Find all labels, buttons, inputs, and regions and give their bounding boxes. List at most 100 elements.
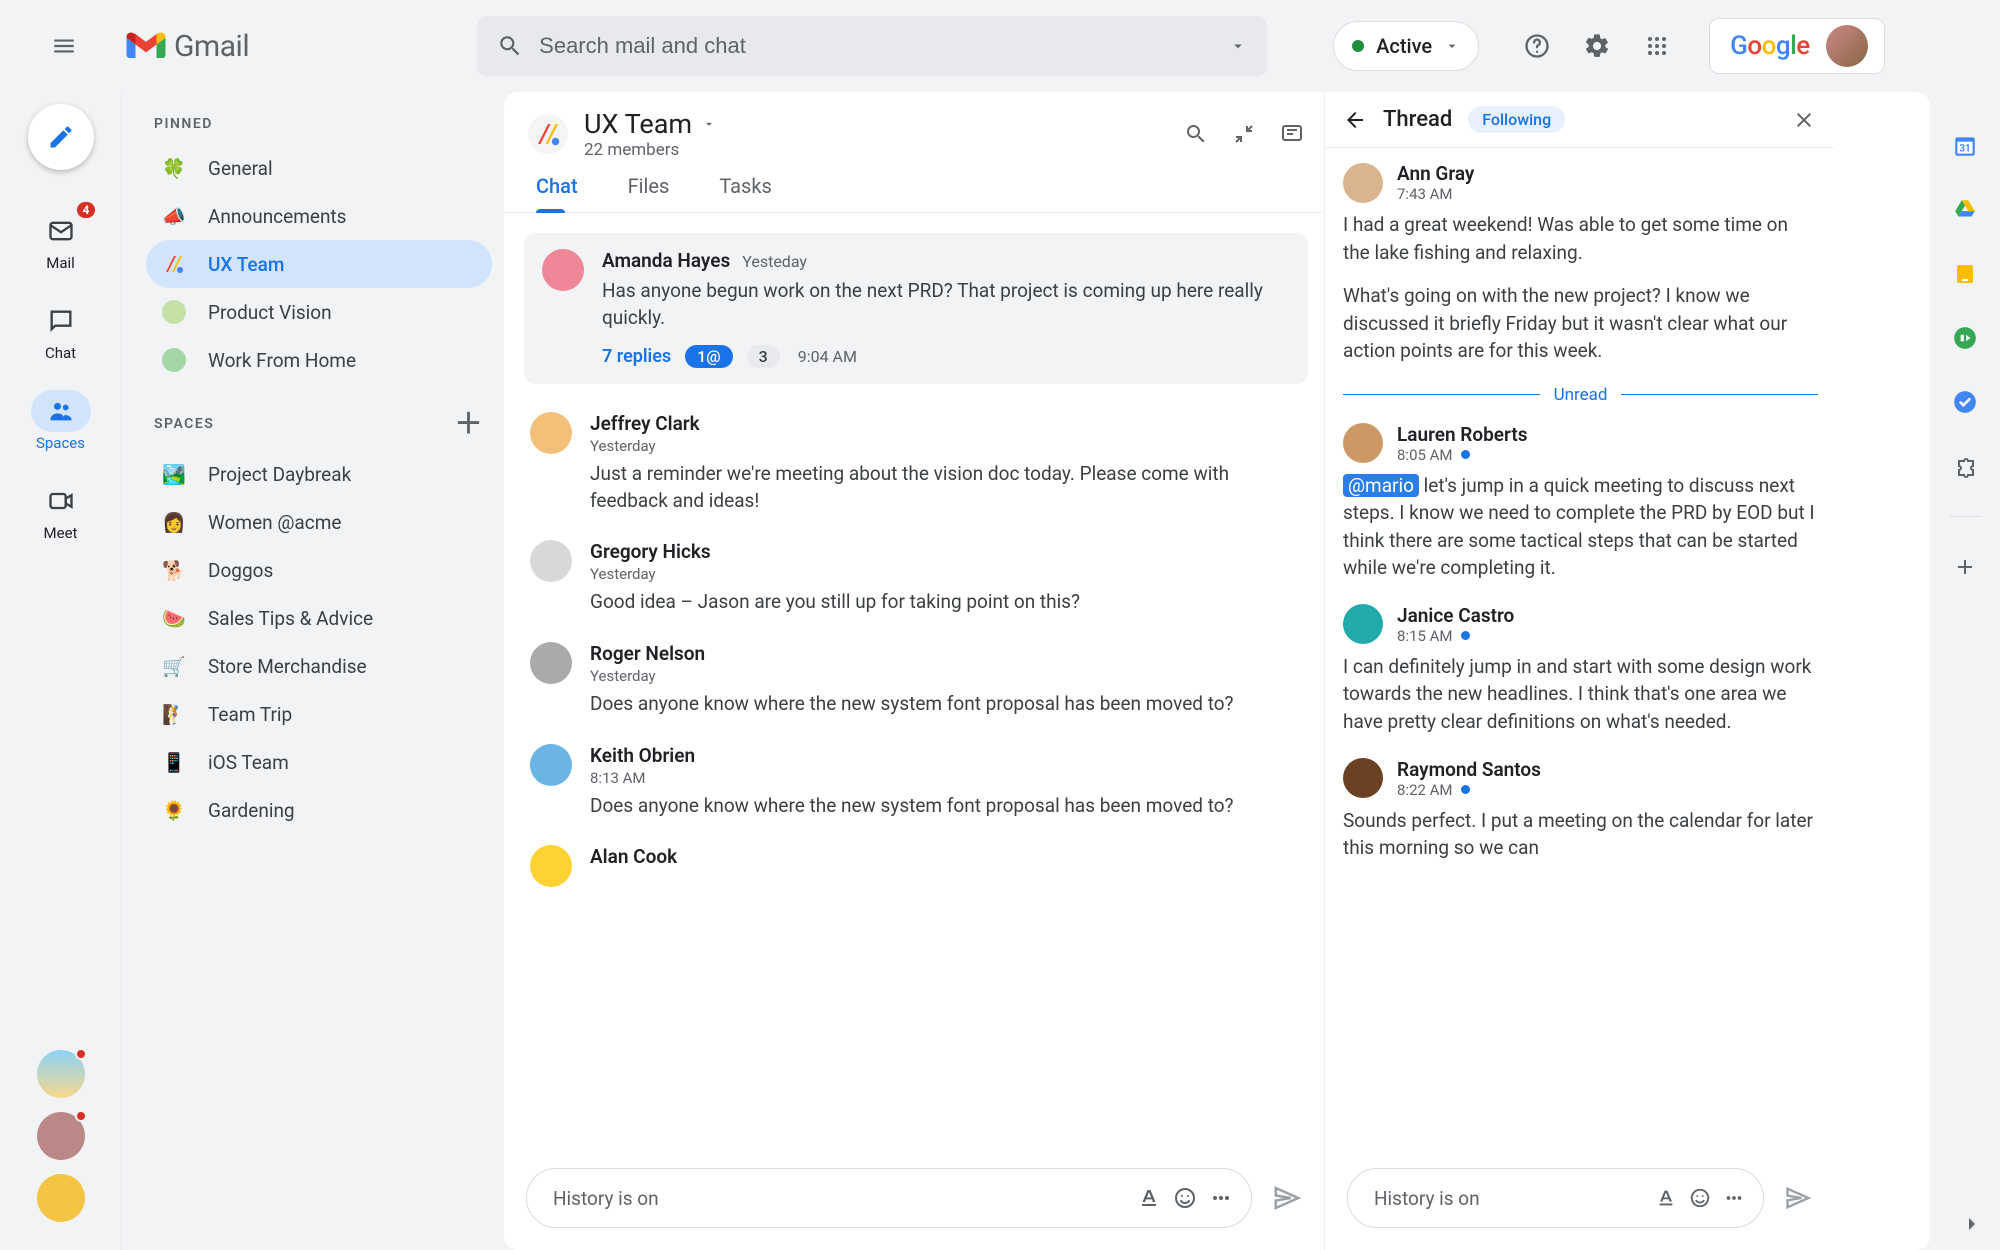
message-item[interactable]: Gregory Hicks Yesterday Good idea – Jaso…	[524, 532, 1308, 634]
unread-dot-icon	[1461, 450, 1470, 459]
thread-message[interactable]: Ann Gray 7:43 AM I had a great weekend! …	[1343, 154, 1818, 379]
space-item-doggos[interactable]: 🐕Doggos	[146, 546, 492, 594]
emoji-icon[interactable]	[1689, 1187, 1711, 1209]
nav-chat[interactable]: Chat	[0, 290, 121, 372]
account-switcher[interactable]: Google	[1709, 18, 1885, 74]
pinned-item-general[interactable]: 🍀General	[146, 144, 492, 192]
nav-spaces[interactable]: Spaces	[0, 380, 121, 462]
keep-app-icon[interactable]	[1951, 260, 1979, 288]
search-bar[interactable]	[477, 16, 1267, 76]
space-item-store-merch[interactable]: 🛒Store Merchandise	[146, 642, 492, 690]
thread-composer[interactable]: History is on	[1347, 1168, 1764, 1228]
thread-message[interactable]: Lauren Roberts 8:05 AM @mario let's jump…	[1343, 415, 1818, 596]
status-selector[interactable]: Active	[1333, 21, 1479, 71]
message-author: Gregory Hicks	[590, 540, 1302, 563]
dropdown-icon[interactable]	[1229, 37, 1247, 55]
gmail-logo[interactable]: Gmail	[126, 29, 249, 64]
space-icon: 👩	[162, 510, 186, 534]
search-input[interactable]	[537, 32, 1229, 60]
emoji-icon[interactable]	[1173, 1186, 1197, 1210]
following-badge[interactable]: Following	[1468, 106, 1565, 133]
message-time: Yesterday	[590, 437, 1302, 455]
space-item-women-acme[interactable]: 👩Women @acme	[146, 498, 492, 546]
space-item-team-trip[interactable]: 🧗Team Trip	[146, 690, 492, 738]
space-name-wrap[interactable]: UX Team	[584, 108, 716, 140]
format-icon[interactable]	[1655, 1187, 1677, 1209]
create-space-button[interactable]: ＋	[454, 410, 484, 438]
tasks-app-icon[interactable]	[1951, 388, 1979, 416]
mention-chip[interactable]: @mario	[1343, 474, 1419, 497]
thread-author: Janice Castro	[1397, 604, 1514, 627]
reply-summary[interactable]: 7 replies 1@ 3 9:04 AM	[602, 345, 1290, 368]
message-list[interactable]: Amanda Hayes Yesteday Has anyone begun w…	[504, 213, 1324, 1156]
tab-tasks[interactable]: Tasks	[719, 174, 772, 212]
space-icon: 📱	[162, 750, 186, 774]
settings-button[interactable]	[1581, 30, 1613, 62]
message-author: Keith Obrien	[590, 744, 1302, 767]
pinned-item-announcements[interactable]: 📣Announcements	[146, 192, 492, 240]
message-author: Alan Cook	[590, 845, 1302, 868]
compose-button[interactable]	[28, 104, 94, 170]
replies-link[interactable]: 7 replies	[602, 346, 671, 367]
message-thread-card[interactable]: Amanda Hayes Yesteday Has anyone begun w…	[524, 233, 1308, 384]
send-button[interactable]	[1272, 1183, 1302, 1213]
pinned-item-wfh[interactable]: Work From Home	[146, 336, 492, 384]
send-button[interactable]	[1784, 1184, 1812, 1212]
thread-message[interactable]: Raymond Santos 8:22 AM Sounds perfect. I…	[1343, 750, 1818, 876]
pinned-item-product-vision[interactable]: Product Vision	[146, 288, 492, 336]
mail-icon	[47, 217, 75, 245]
rail-avatar-3[interactable]	[37, 1174, 85, 1222]
more-icon[interactable]	[1209, 1186, 1233, 1210]
space-item-daybreak[interactable]: 🏞️Project Daybreak	[146, 450, 492, 498]
close-button[interactable]	[1792, 108, 1816, 132]
nav-meet[interactable]: Meet	[0, 470, 121, 552]
message-item[interactable]: Alan Cook	[524, 837, 1308, 887]
apps-button[interactable]	[1641, 30, 1673, 62]
space-label: Product Vision	[208, 301, 332, 324]
get-addons-button[interactable]	[1951, 553, 1979, 581]
nav-mail[interactable]: 4 Mail	[0, 200, 121, 282]
divider	[1950, 516, 1980, 517]
nav-meet-label: Meet	[44, 524, 78, 542]
space-item-sales-tips[interactable]: 🍉Sales Tips & Advice	[146, 594, 492, 642]
space-label: General	[208, 157, 273, 180]
message-item[interactable]: Roger Nelson Yesterday Does anyone know …	[524, 634, 1308, 736]
chat-composer[interactable]: History is on	[526, 1168, 1252, 1228]
search-icon	[497, 33, 523, 59]
space-icon: 🧗	[162, 702, 186, 726]
message-item[interactable]: Keith Obrien 8:13 AM Does anyone know wh…	[524, 736, 1308, 838]
contacts-app-icon[interactable]	[1951, 324, 1979, 352]
unread-dot-icon	[1461, 785, 1470, 794]
chat-icon	[47, 307, 75, 335]
message-time: Yesteday	[742, 252, 807, 271]
thread-author: Lauren Roberts	[1397, 423, 1528, 446]
user-avatar[interactable]	[1826, 25, 1868, 67]
rail-avatar-2[interactable]	[37, 1112, 85, 1160]
space-item-gardening[interactable]: 🌻Gardening	[146, 786, 492, 834]
side-panel-collapse[interactable]	[1960, 1212, 1984, 1236]
thread-panel: Thread Following Ann Gray 7:43 AM I had …	[1324, 92, 1834, 1250]
message-item[interactable]: Jeffrey Clark Yesterday Just a reminder …	[524, 404, 1308, 532]
reply-count-pill: 3	[747, 345, 780, 368]
pinned-item-ux-team[interactable]: UX Team	[146, 240, 492, 288]
thread-message-list[interactable]: Ann Gray 7:43 AM I had a great weekend! …	[1325, 148, 1834, 1156]
back-icon[interactable]	[1343, 108, 1367, 132]
thread-message[interactable]: Janice Castro 8:15 AM I can definitely j…	[1343, 596, 1818, 750]
tab-chat[interactable]: Chat	[536, 174, 578, 212]
spaces-icon	[47, 397, 75, 425]
drive-app-icon[interactable]	[1951, 196, 1979, 224]
presence-icon	[75, 1110, 87, 1122]
main-menu-button[interactable]	[40, 22, 88, 70]
support-button[interactable]	[1521, 30, 1553, 62]
format-icon[interactable]	[1137, 1186, 1161, 1210]
message-author: Jeffrey Clark	[590, 412, 1302, 435]
collapse-icon[interactable]	[1232, 122, 1256, 146]
tab-files[interactable]: Files	[628, 174, 670, 212]
addons-app-icon[interactable]	[1951, 452, 1979, 480]
rail-avatar-1[interactable]	[37, 1050, 85, 1098]
search-icon[interactable]	[1184, 122, 1208, 146]
more-icon[interactable]	[1723, 1187, 1745, 1209]
open-thread-icon[interactable]	[1280, 122, 1304, 146]
space-item-ios-team[interactable]: 📱iOS Team	[146, 738, 492, 786]
calendar-app-icon[interactable]: 31	[1951, 132, 1979, 160]
